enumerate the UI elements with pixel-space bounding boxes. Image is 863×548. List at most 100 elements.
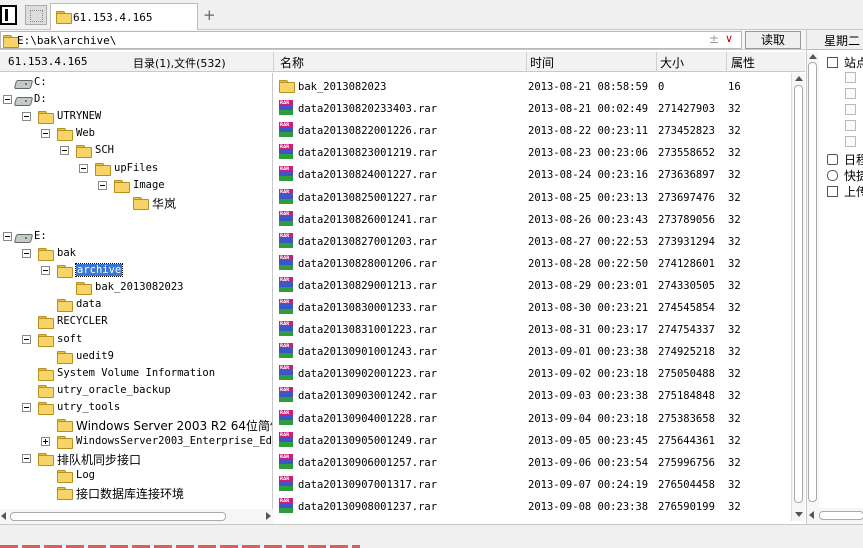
- tree-item[interactable]: C:: [0, 75, 272, 92]
- folder-tree[interactable]: C: D: UTRYNEW Web SCH upFiles Image 华岚 E: bak arch…: [0, 73, 273, 509]
- tree-item[interactable]: Image: [0, 178, 272, 195]
- file-row[interactable]: RAR data20130905001249.rar 2013-09-05 00:2…: [274, 429, 791, 451]
- tree-item[interactable]: RECYCLER: [0, 314, 272, 331]
- column-header-time[interactable]: 时间: [530, 54, 554, 71]
- tree-item[interactable]: SCH: [0, 143, 272, 160]
- tree-item[interactable]: UTRYNEW: [0, 109, 272, 126]
- side-panel-tab[interactable]: 星期二: [807, 30, 863, 50]
- file-row[interactable]: RAR data20130906001257.rar 2013-09-06 00:2…: [274, 451, 791, 473]
- column-header-name[interactable]: 名称: [280, 54, 304, 71]
- collapse-icon[interactable]: [827, 57, 838, 68]
- file-row[interactable]: RAR data20130823001219.rar 2013-08-23 00:2…: [274, 141, 791, 163]
- side-item-site[interactable]: 站点: [844, 54, 863, 71]
- collapse-icon[interactable]: [3, 95, 12, 105]
- path-input[interactable]: [17, 33, 687, 48]
- collapse-icon[interactable]: [22, 249, 31, 258]
- tab-host[interactable]: 61.153.4.165: [50, 3, 198, 30]
- tree-item[interactable]: bak_2013082023: [0, 280, 272, 297]
- collapse-icon[interactable]: [22, 454, 31, 464]
- file-row[interactable]: RAR data20130831001223.rar 2013-08-31 00:2…: [274, 318, 791, 340]
- tree-item[interactable]: data: [0, 297, 272, 314]
- file-row[interactable]: RAR data20130904001228.rar 2013-09-04 00:2…: [274, 407, 791, 429]
- tree-item[interactable]: bak: [0, 246, 272, 263]
- tree-horizontal-scrollbar[interactable]: [0, 509, 273, 524]
- collapse-icon[interactable]: [79, 163, 88, 173]
- tree-item[interactable]: upFiles: [0, 161, 272, 178]
- file-row[interactable]: RAR data20130826001241.rar 2013-08-26 00:2…: [274, 208, 791, 230]
- tree-item[interactable]: utry_oracle_backup: [0, 383, 272, 400]
- scrollbar-thumb[interactable]: [794, 85, 803, 503]
- column-divider[interactable]: [273, 52, 274, 72]
- tree-item[interactable]: 接口数据库连接环境: [0, 485, 272, 502]
- chevron-down-icon[interactable]: ∨: [725, 32, 733, 45]
- checkbox-icon[interactable]: [845, 72, 856, 83]
- scroll-up-icon[interactable]: [795, 76, 803, 81]
- collapse-icon[interactable]: [22, 334, 31, 344]
- scroll-up-icon[interactable]: [809, 54, 817, 59]
- read-button[interactable]: 读取: [745, 31, 801, 49]
- scroll-right-icon[interactable]: [266, 512, 271, 520]
- column-divider[interactable]: [726, 52, 727, 72]
- scroll-down-icon[interactable]: [795, 512, 803, 517]
- side-item-upload[interactable]: 上传: [844, 183, 863, 200]
- column-header-size[interactable]: 大小: [660, 54, 684, 71]
- add-tab-button[interactable]: +: [203, 6, 216, 24]
- tree-item[interactable]: uedit9: [0, 349, 272, 366]
- collapse-icon[interactable]: [41, 129, 50, 139]
- collapse-icon[interactable]: [3, 231, 12, 241]
- checkbox-icon[interactable]: [845, 104, 856, 115]
- column-divider[interactable]: [526, 52, 527, 72]
- panel-toggle-icon[interactable]: [0, 5, 17, 25]
- file-row[interactable]: RAR data20130829001213.rar 2013-08-29 00:2…: [274, 274, 791, 296]
- file-row[interactable]: RAR data20130827001203.rar 2013-08-27 00:2…: [274, 230, 791, 252]
- checkbox-icon[interactable]: [845, 120, 856, 131]
- scrollbar-thumb[interactable]: [808, 62, 817, 502]
- file-list-scrollbar[interactable]: [791, 73, 805, 521]
- add-bookmark-icon[interactable]: ±: [709, 32, 719, 46]
- file-row[interactable]: RAR data20130901001243.rar 2013-09-01 00:2…: [274, 340, 791, 362]
- file-row[interactable]: RAR data20130907001317.rar 2013-09-07 00:2…: [274, 473, 791, 495]
- tree-item[interactable]: Windows Server 2003 R2 64位简体中文: [0, 417, 272, 434]
- file-row[interactable]: RAR data20130820233403.rar 2013-08-21 00:0…: [274, 97, 791, 119]
- side-panel-scrollbar[interactable]: [807, 52, 819, 518]
- tree-item[interactable]: soft: [0, 332, 272, 349]
- scroll-left-icon[interactable]: [1, 512, 6, 520]
- side-panel-horizontal-scrollbar[interactable]: [807, 508, 863, 524]
- tree-item[interactable]: archive: [0, 263, 272, 280]
- side-item-schedule[interactable]: 日程: [844, 151, 863, 168]
- file-row[interactable]: RAR data20130824001227.rar 2013-08-24 00:2…: [274, 163, 791, 185]
- checkbox-icon[interactable]: [845, 136, 856, 147]
- tree-item[interactable]: WindowsServer2003_Enterprise_Edition: [0, 434, 272, 451]
- column-divider[interactable]: [656, 52, 657, 72]
- scroll-left-icon[interactable]: [809, 511, 814, 519]
- tree-item[interactable]: System Volume Information: [0, 366, 272, 383]
- expand-icon[interactable]: [41, 437, 50, 447]
- file-row[interactable]: RAR data20130830001233.rar 2013-08-30 00:2…: [274, 296, 791, 318]
- column-header-attr[interactable]: 属性: [731, 54, 755, 71]
- collapse-icon[interactable]: [41, 266, 50, 276]
- file-row[interactable]: RAR data20130902001223.rar 2013-09-02 00:2…: [274, 362, 791, 384]
- scrollbar-thumb[interactable]: [10, 512, 226, 521]
- file-row[interactable]: RAR data20130903001242.rar 2013-09-03 00:2…: [274, 384, 791, 406]
- tree-item[interactable]: D:: [0, 92, 272, 109]
- tree-item[interactable]: E:: [0, 229, 272, 246]
- tree-item[interactable]: 排队机同步接口: [0, 451, 272, 468]
- checkbox-icon[interactable]: [845, 88, 856, 99]
- file-row[interactable]: bak_2013082023 2013-08-21 08:58:59 0 16: [274, 75, 791, 97]
- collapse-icon[interactable]: [60, 146, 69, 156]
- file-row[interactable]: RAR data20130822001226.rar 2013-08-22 00:2…: [274, 119, 791, 141]
- tree-item[interactable]: Web: [0, 126, 272, 143]
- grid-view-icon[interactable]: [25, 5, 47, 25]
- side-item-shortcut[interactable]: 快捷: [844, 167, 863, 184]
- file-row[interactable]: RAR data20130825001227.rar 2013-08-25 00:2…: [274, 186, 791, 208]
- tree-item[interactable]: 华岚: [0, 195, 272, 212]
- scrollbar-thumb[interactable]: [819, 511, 863, 520]
- tree-item[interactable]: Log: [0, 468, 272, 485]
- file-list[interactable]: bak_2013082023 2013-08-21 08:58:59 0 16 RAR d…: [274, 73, 791, 521]
- collapse-icon[interactable]: [22, 402, 31, 412]
- tree-item[interactable]: utry_tools: [0, 400, 272, 417]
- collapse-icon[interactable]: [22, 112, 31, 122]
- file-row[interactable]: RAR data20130908001237.rar 2013-09-08 00:2…: [274, 495, 791, 517]
- file-row[interactable]: RAR data20130828001206.rar 2013-08-28 00:2…: [274, 252, 791, 274]
- collapse-icon[interactable]: [98, 180, 107, 190]
